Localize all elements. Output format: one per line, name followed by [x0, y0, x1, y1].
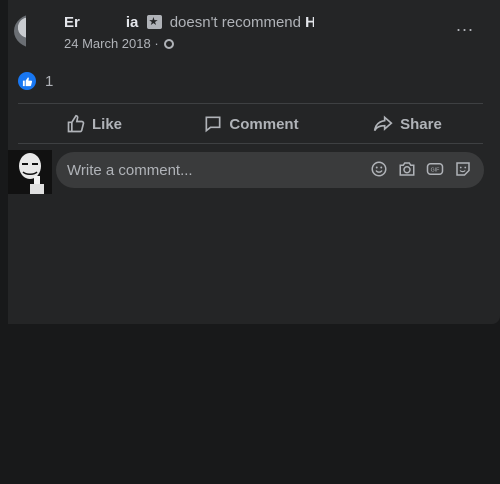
thumbs-up-icon: [67, 114, 85, 133]
comment-icon: [205, 116, 221, 133]
share-icon: [373, 115, 393, 132]
card-edge: [0, 0, 8, 324]
comment-label: Comment: [229, 115, 299, 133]
review-badge-icon: [146, 14, 162, 31]
comment-button[interactable]: Comment: [176, 108, 326, 140]
like-reaction-icon: [18, 72, 36, 90]
post-date[interactable]: 24 March 2018: [64, 36, 151, 51]
top-divider: [18, 103, 483, 104]
composer-tools: GIF: [370, 160, 472, 178]
reviewed-page-name[interactable]: H: [305, 14, 314, 31]
commenter-avatar[interactable]: [8, 150, 52, 194]
like-button[interactable]: Like: [18, 108, 170, 140]
avatar-crop: [26, 14, 58, 48]
globe-icon: [164, 39, 175, 49]
share-label: Share: [400, 115, 442, 133]
meta-separator: ·: [154, 36, 159, 51]
more-options-icon[interactable]: ...: [456, 16, 474, 34]
post-header: Er ia doesn't recommend H: [64, 14, 314, 32]
post-card: Er ia doesn't recommend H 24 March 2018 ·…: [0, 0, 500, 324]
comment-input[interactable]: Write a comment... GIF: [56, 152, 484, 188]
svg-text:GIF: GIF: [431, 168, 440, 174]
camera-icon[interactable]: [398, 160, 416, 178]
reaction-summary[interactable]: 1: [18, 72, 53, 90]
recommend-verb: doesn't recommend: [169, 14, 301, 31]
sticker-icon[interactable]: [454, 160, 472, 178]
post-meta: 24 March 2018 ·: [64, 36, 175, 52]
author-name-start[interactable]: Er: [64, 14, 80, 31]
author-name-end[interactable]: ia: [126, 14, 139, 31]
bottom-divider: [18, 143, 483, 144]
like-label: Like: [91, 115, 122, 133]
author-name[interactable]: Er ia: [64, 14, 143, 31]
share-button[interactable]: Share: [332, 108, 482, 140]
mask-avatar-image: [8, 150, 52, 194]
reaction-count[interactable]: 1: [45, 73, 53, 90]
gif-icon[interactable]: GIF: [426, 160, 444, 178]
comment-placeholder: Write a comment...: [67, 162, 193, 179]
emoji-icon[interactable]: [370, 160, 388, 178]
